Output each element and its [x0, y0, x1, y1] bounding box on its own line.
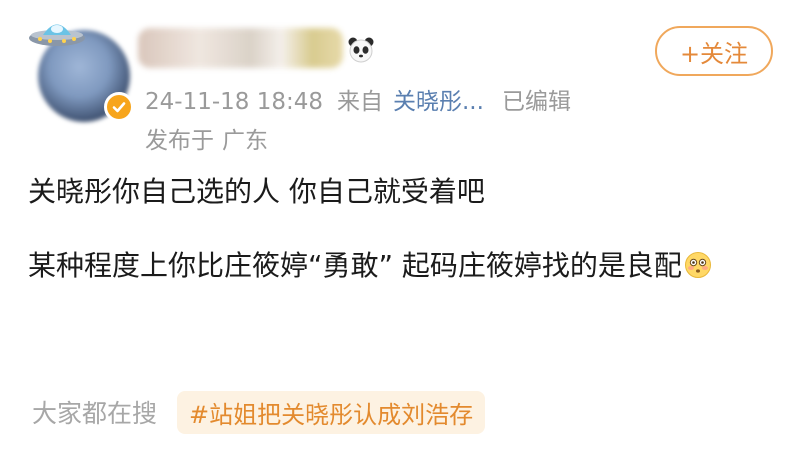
username-obscured[interactable] — [138, 28, 343, 68]
post-content: 关晓彤你自己选的人 你自己就受着吧 某种程度上你比庄筱婷“勇敢” 起码庄筱婷找的… — [28, 172, 788, 287]
post-text-line-2: 某种程度上你比庄筱婷“勇敢” 起码庄筱婷找的是良配 — [28, 249, 682, 283]
location-value: 广东 — [222, 128, 268, 154]
trending-label: 大家都在搜 — [32, 399, 158, 428]
post-text-line-1: 关晓彤你自己选的人 你自己就受着吧 — [28, 175, 485, 208]
location-label: 发布于 — [145, 128, 214, 154]
trending-bar: 大家都在搜 #站姐把关晓彤认成刘浩存 — [32, 390, 486, 434]
ufo-icon — [29, 24, 85, 46]
post-location: 发布于 广东 — [145, 121, 268, 155]
follow-button[interactable]: +关注 — [655, 26, 773, 76]
post-text-paragraph-2: 某种程度上你比庄筱婷“勇敢” 起码庄筱婷找的是良配 — [28, 246, 788, 286]
source-label: 来自 — [337, 89, 383, 115]
flushed-face-emoji-icon — [684, 252, 711, 279]
panda-icon — [348, 37, 374, 63]
post-meta: 24-11-18 18:48 来自 关晓彤... 已编辑 — [145, 82, 571, 116]
trending-hashtag-chip[interactable]: #站姐把关晓彤认成刘浩存 — [177, 390, 486, 434]
post-header: 24-11-18 18:48 来自 关晓彤... 已编辑 发布于 广东 +关注 — [0, 0, 800, 155]
edited-label[interactable]: 已编辑 — [502, 89, 571, 115]
verified-badge-icon — [104, 92, 134, 122]
source-link[interactable]: 关晓彤... — [393, 89, 484, 115]
post-timestamp: 24-11-18 18:48 — [145, 89, 323, 115]
avatar-container[interactable] — [18, 10, 138, 125]
